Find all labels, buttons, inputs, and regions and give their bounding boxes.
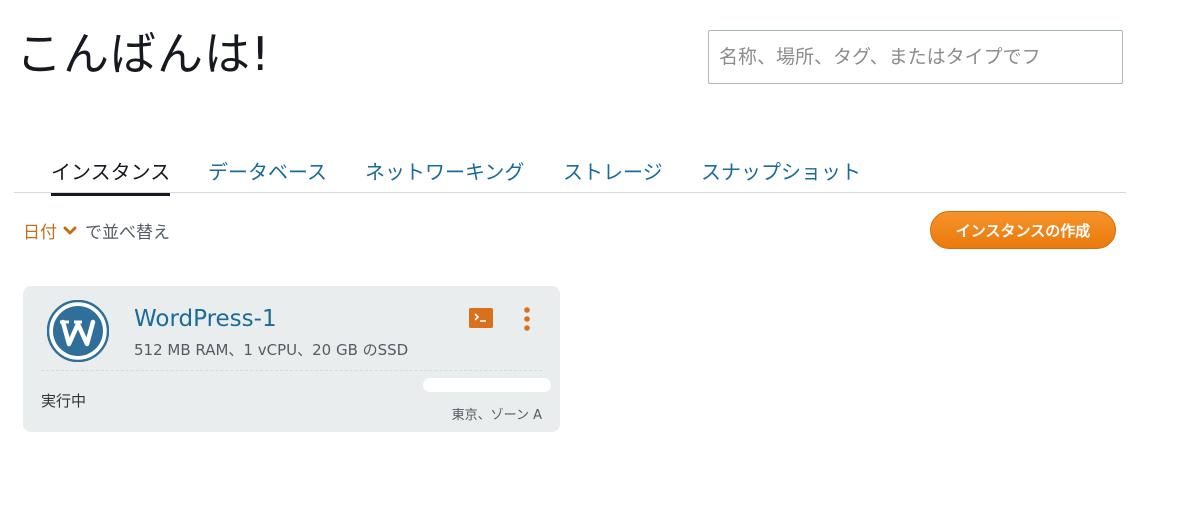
sort-label: で並べ替え (85, 223, 170, 243)
wordpress-logo-icon (47, 300, 109, 362)
tab-bar: インスタンス データベース ネットワーキング ストレージ スナップショット (14, 150, 1126, 196)
search-input[interactable] (708, 30, 1123, 84)
instance-status: 実行中 (41, 392, 87, 410)
tab-databases[interactable]: データベース (208, 156, 327, 193)
sort-key-dropdown[interactable]: 日付 (23, 218, 57, 243)
card-divider (41, 370, 542, 371)
page-greeting: こんばんは! (16, 27, 271, 81)
redacted-ip-address (423, 378, 551, 392)
instance-card[interactable]: WordPress-1 512 MB RAM、1 vCPU、20 GB のSSD… (23, 286, 560, 432)
tab-snapshots[interactable]: スナップショット (701, 156, 861, 193)
instance-name-link[interactable]: WordPress-1 (134, 306, 277, 332)
terminal-icon[interactable] (469, 308, 493, 328)
instance-spec: 512 MB RAM、1 vCPU、20 GB のSSD (134, 341, 409, 359)
tab-instances[interactable]: インスタンス (51, 156, 171, 196)
chevron-down-icon[interactable] (63, 226, 77, 236)
tab-networking[interactable]: ネットワーキング (365, 156, 524, 193)
create-instance-button[interactable]: インスタンスの作成 (930, 211, 1116, 249)
instance-location: 東京、ゾーン A (451, 408, 542, 423)
more-options-icon[interactable] (521, 306, 533, 332)
tab-storage[interactable]: ストレージ (563, 156, 663, 193)
sort-control: 日付 で並べ替え (23, 218, 170, 243)
